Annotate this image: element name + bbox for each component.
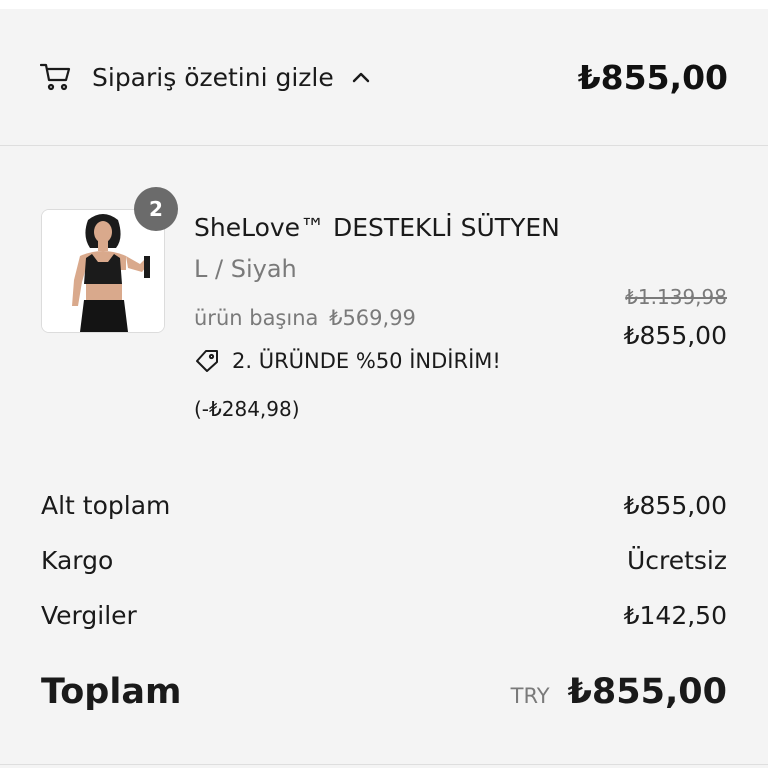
unit-price: ₺569,99 (329, 306, 416, 330)
currency-code: TRY (510, 684, 550, 708)
unit-price-prefix: ürün başına (194, 306, 319, 330)
top-strip (0, 0, 768, 9)
order-summary-header: Sipariş özetini gizle ₺855,00 (0, 9, 768, 146)
taxes-label: Vergiler (41, 601, 137, 630)
total-amount-group: TRY ₺855,00 (511, 672, 727, 712)
cost-breakdown: Alt toplam ₺855,00 Kargo Ücretsiz Vergil… (41, 478, 727, 643)
shipping-row: Kargo Ücretsiz (41, 533, 727, 588)
cart-icon (40, 60, 74, 94)
taxes-value: ₺142,50 (623, 601, 727, 630)
order-summary-toggle[interactable]: Sipariş özetini gizle (40, 60, 372, 94)
shipping-label: Kargo (41, 546, 114, 575)
subtotal-value: ₺855,00 (623, 491, 727, 520)
quantity-badge: 2 (134, 187, 178, 231)
discount-amount: (-₺284,98) (194, 397, 300, 421)
tag-icon (194, 348, 220, 374)
header-total-price: ₺855,00 (577, 57, 728, 97)
original-price: ₺1.139,98 (625, 285, 727, 309)
divider (0, 764, 768, 765)
order-summary-toggle-label: Sipariş özetini gizle (92, 62, 334, 92)
product-variant: L / Siyah (194, 255, 297, 283)
total-value: ₺855,00 (567, 672, 727, 712)
discount-line: 2. ÜRÜNDE %50 İNDİRİM! (194, 348, 501, 374)
subtotal-row: Alt toplam ₺855,00 (41, 478, 727, 533)
chevron-up-icon (352, 67, 372, 87)
product-name: SheLove™ DESTEKLİ SÜTYEN (194, 213, 560, 242)
line-item: 2 SheLove™ DESTEKLİ SÜTYEN L / Siyah ürü… (41, 187, 727, 439)
total-label: Toplam (41, 672, 182, 712)
shipping-value: Ücretsiz (626, 546, 727, 575)
discount-label: 2. ÜRÜNDE %50 İNDİRİM! (232, 349, 501, 373)
unit-price-line: ürün başına ₺569,99 (194, 306, 416, 330)
total-row: Toplam TRY ₺855,00 (41, 672, 727, 712)
subtotal-label: Alt toplam (41, 491, 171, 520)
final-price: ₺855,00 (623, 321, 727, 350)
taxes-row: Vergiler ₺142,50 (41, 588, 727, 643)
